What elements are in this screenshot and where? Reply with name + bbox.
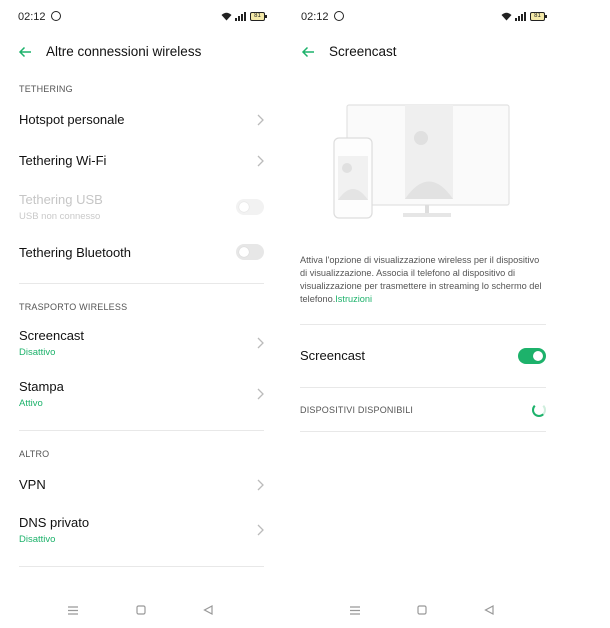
vpn-label: VPN: [19, 477, 46, 492]
section-wireless: TRASPORTO WIRELESS: [19, 302, 128, 312]
chevron-right-icon: [257, 388, 264, 400]
chevron-right-icon: [257, 524, 264, 536]
stampa-status: Attivo: [19, 398, 43, 409]
tethering-usb-label: Tethering USB: [19, 192, 103, 207]
tethering-bluetooth-toggle[interactable]: [236, 244, 264, 260]
signal-icon: [235, 11, 247, 21]
screencast-row[interactable]: Screencast Disattivo: [19, 328, 264, 358]
screencast-toggle-row[interactable]: Screencast: [300, 348, 546, 364]
tethering-usb-row: Tethering USB USB non connesso: [19, 192, 264, 222]
screencast-screen: 02:12 81 Screencast Attiva l'opzione di …: [283, 0, 563, 628]
stampa-row[interactable]: Stampa Attivo: [19, 379, 264, 409]
screencast-description: Attiva l'opzione di visualizzazione wire…: [300, 254, 546, 306]
section-tethering: TETHERING: [19, 84, 73, 94]
screencast-label: Screencast: [19, 328, 85, 343]
chevron-right-icon: [257, 337, 264, 349]
tethering-usb-status: USB non connesso: [19, 211, 101, 222]
chevron-right-icon: [257, 479, 264, 491]
home-icon[interactable]: [136, 602, 146, 620]
tethering-bluetooth-label: Tethering Bluetooth: [19, 245, 132, 260]
back-icon[interactable]: [203, 602, 213, 620]
page-header: Altre connessioni wireless: [18, 42, 265, 64]
dns-label: DNS privato: [19, 515, 90, 530]
status-time: 02:12: [18, 11, 46, 23]
status-bar: 02:12 81: [301, 9, 547, 25]
status-bar: 02:12 81: [18, 9, 267, 25]
dns-status: Disattivo: [19, 534, 56, 545]
hotspot-label: Hotspot personale: [19, 112, 125, 127]
menu-icon[interactable]: [350, 602, 360, 620]
screencast-toggle[interactable]: [518, 348, 546, 364]
navigation-bar: [283, 598, 563, 618]
system-icons: 81: [501, 10, 547, 22]
screencast-toggle-label: Screencast: [300, 348, 366, 363]
tethering-wifi-label: Tethering Wi-Fi: [19, 153, 107, 168]
chevron-right-icon: [257, 114, 264, 126]
wifi-icon: [221, 12, 232, 21]
dns-row[interactable]: DNS privato Disattivo: [19, 515, 264, 545]
divider: [19, 566, 264, 567]
available-devices-header: DISPOSITIVI DISPONIBILI: [300, 403, 546, 417]
tethering-usb-toggle: [236, 199, 264, 215]
home-icon[interactable]: [417, 602, 427, 620]
back-arrow-icon[interactable]: [18, 45, 32, 59]
back-icon[interactable]: [484, 602, 494, 620]
screencast-illustration: [333, 104, 510, 219]
battery-icon: 81: [530, 11, 547, 21]
system-icons: 81: [221, 10, 267, 22]
whatsapp-icon: [51, 11, 61, 21]
section-altro: ALTRO: [19, 449, 50, 459]
signal-icon: [515, 11, 527, 21]
screencast-status: Disattivo: [19, 347, 56, 358]
stampa-label: Stampa: [19, 379, 64, 394]
divider: [300, 324, 546, 325]
page-title: Altre connessioni wireless: [46, 44, 202, 59]
loading-spinner-icon: [532, 403, 546, 417]
divider: [19, 430, 264, 431]
status-time: 02:12: [301, 11, 329, 23]
divider: [300, 387, 546, 388]
divider: [19, 283, 264, 284]
menu-icon[interactable]: [68, 602, 78, 620]
wifi-icon: [501, 12, 512, 21]
page-title: Screencast: [329, 44, 397, 59]
divider: [300, 431, 546, 432]
whatsapp-icon: [334, 11, 344, 21]
vpn-row[interactable]: VPN: [19, 477, 264, 492]
connections-screen: 02:12 81 Altre connessioni wireless TETH…: [0, 0, 283, 628]
available-devices-title: DISPOSITIVI DISPONIBILI: [300, 405, 414, 415]
chevron-right-icon: [257, 155, 264, 167]
tethering-bluetooth-row[interactable]: Tethering Bluetooth: [19, 244, 264, 260]
hotspot-row[interactable]: Hotspot personale: [19, 112, 264, 127]
tethering-wifi-row[interactable]: Tethering Wi-Fi: [19, 153, 264, 168]
navigation-bar: [0, 598, 283, 618]
instructions-link[interactable]: Istruzioni: [335, 294, 372, 304]
battery-icon: 81: [250, 11, 267, 21]
back-arrow-icon[interactable]: [301, 45, 315, 59]
page-header: Screencast: [301, 42, 545, 64]
